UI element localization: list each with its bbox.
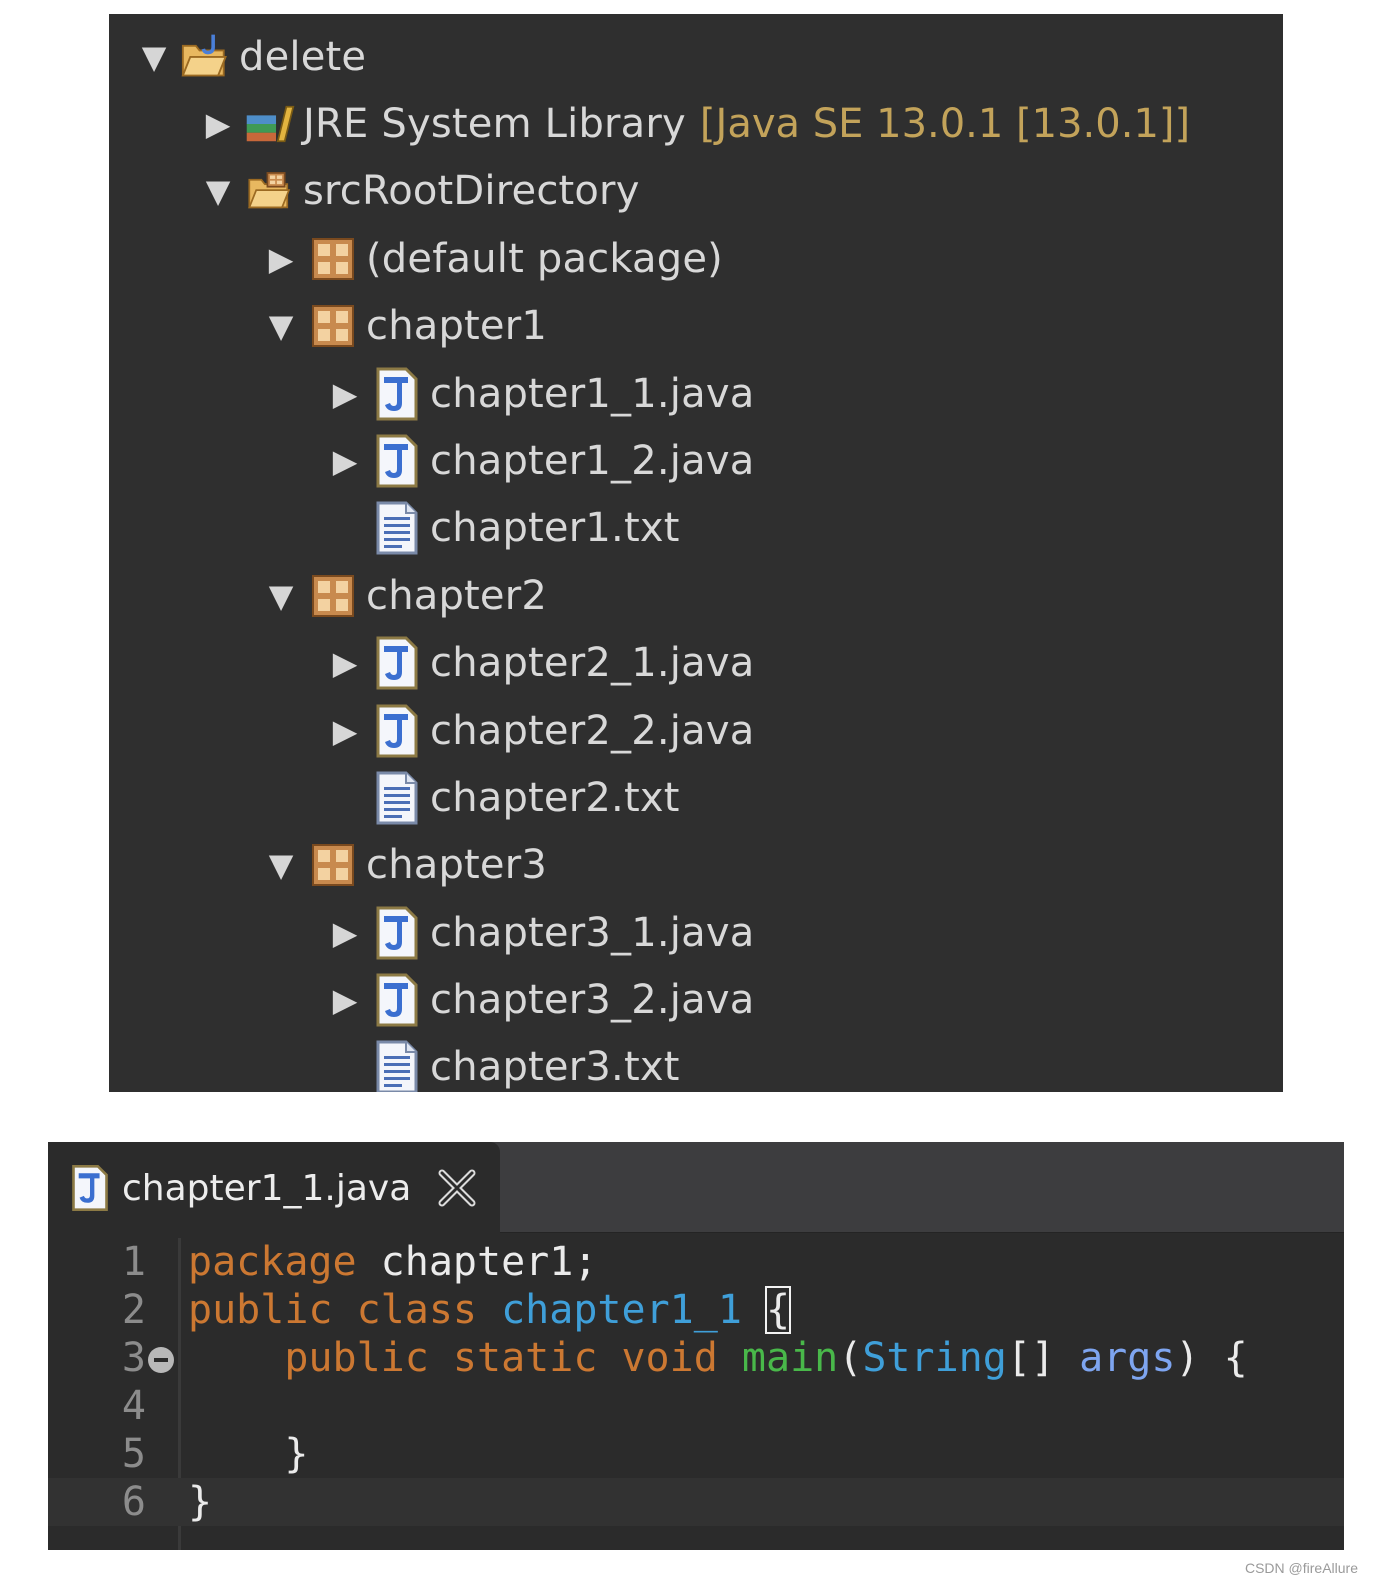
java-file-icon <box>372 368 422 420</box>
line-number: 5 <box>121 1431 146 1477</box>
package-icon <box>308 300 358 352</box>
java-file-icon <box>372 435 422 487</box>
method-token: main <box>741 1335 839 1381</box>
tree-item-java-file[interactable]: ▶ chapter1_2.java <box>328 427 754 494</box>
line-number: 3 <box>121 1335 146 1381</box>
line-number: 4 <box>121 1383 146 1429</box>
tree-item-java-file[interactable]: ▶ chapter3_2.java <box>328 966 754 1033</box>
chevron-right-icon[interactable]: ▶ <box>328 441 362 481</box>
code-line-current: 6 } <box>48 1478 1344 1526</box>
tree-item-java-file[interactable]: ▶ chapter2_2.java <box>328 697 754 764</box>
tree-item-label: chapter3.txt <box>430 1043 680 1090</box>
tree-item-jre-library[interactable]: ▶ JRE System Library [Java SE 13.0.1 [13… <box>201 90 1190 157</box>
tree-item-label: chapter2_2.java <box>430 707 755 754</box>
java-project-icon <box>181 31 231 83</box>
chevron-down-icon[interactable]: ▼ <box>264 576 298 616</box>
java-file-icon <box>372 637 422 689</box>
line-number: 1 <box>121 1239 146 1285</box>
tree-item-label: delete <box>239 33 367 80</box>
editor-tab-bar: chapter1_1.java <box>48 1142 1344 1234</box>
tree-item-label: srcRootDirectory <box>303 167 640 214</box>
tree-item-package[interactable]: ▶ (default package) <box>264 225 723 292</box>
tree-item-label: (default package) <box>366 235 723 282</box>
tree-item-label: chapter3_2.java <box>430 976 755 1023</box>
tree-item-label: chapter2 <box>366 572 548 619</box>
chevron-down-icon[interactable]: ▼ <box>137 37 171 77</box>
text-file-icon <box>372 1041 422 1093</box>
chevron-down-icon[interactable]: ▼ <box>264 845 298 885</box>
matched-brace: { <box>764 1286 792 1334</box>
java-file-icon <box>372 974 422 1026</box>
code-line: 2 public class chapter1_1 { <box>48 1286 1344 1334</box>
tree-item-project[interactable]: ▼ delete <box>137 23 366 90</box>
chevron-right-icon[interactable]: ▶ <box>328 374 362 414</box>
tree-item-source-folder[interactable]: ▼ srcRootDirectory <box>201 157 640 224</box>
tree-item-package[interactable]: ▼ chapter2 <box>264 562 547 629</box>
code-token: } <box>188 1431 309 1477</box>
tree-item-label: chapter2_1.java <box>430 639 755 686</box>
java-file-icon <box>372 907 422 959</box>
library-icon <box>245 98 295 150</box>
text-file-icon <box>372 502 422 554</box>
code-line: 3 public static void main(String[] args)… <box>48 1334 1344 1382</box>
tree-item-label: JRE System Library <box>303 100 686 147</box>
tree-item-java-file[interactable]: ▶ chapter1_1.java <box>328 360 754 427</box>
tree-item-label: chapter3_1.java <box>430 909 755 956</box>
tree-item-text-file[interactable]: chapter2.txt <box>328 764 680 831</box>
editor-tab-title: chapter1_1.java <box>122 1167 412 1209</box>
code-line: 4 <box>48 1382 1344 1430</box>
line-number: 2 <box>121 1287 146 1333</box>
tree-item-package[interactable]: ▼ chapter3 <box>264 831 547 898</box>
tree-item-label: chapter1_1.java <box>430 370 755 417</box>
package-explorer: ▼ delete ▶ JRE System Library [Java SE 1… <box>109 14 1283 1092</box>
jre-version-decoration: [Java SE 13.0.1 [13.0.1]] <box>699 100 1191 147</box>
chevron-right-icon[interactable]: ▶ <box>328 913 362 953</box>
chevron-right-icon[interactable]: ▶ <box>328 980 362 1020</box>
tree-item-label: chapter1 <box>366 302 548 349</box>
type-token: chapter1_1 <box>501 1287 742 1333</box>
keyword-token: public static void <box>284 1335 718 1381</box>
tree-item-text-file[interactable]: chapter1.txt <box>328 494 680 561</box>
code-editor: chapter1_1.java 1 package chapter1; 2 pu… <box>48 1142 1344 1550</box>
tree-item-java-file[interactable]: ▶ chapter2_1.java <box>328 629 754 696</box>
chevron-down-icon[interactable]: ▼ <box>264 306 298 346</box>
type-token: String <box>862 1335 1007 1381</box>
close-icon[interactable] <box>437 1168 477 1208</box>
chevron-right-icon[interactable]: ▶ <box>264 239 298 279</box>
chevron-right-icon[interactable]: ▶ <box>201 104 235 144</box>
fold-collapse-icon[interactable] <box>148 1347 174 1373</box>
keyword-token: package <box>188 1239 357 1285</box>
java-file-icon <box>68 1162 112 1214</box>
chevron-right-icon[interactable]: ▶ <box>328 711 362 751</box>
code-line: 5 } <box>48 1430 1344 1478</box>
parameter-token: args <box>1079 1335 1176 1381</box>
tree-item-label: chapter3 <box>366 841 548 888</box>
text-file-icon <box>372 772 422 824</box>
source-folder-icon <box>245 165 295 217</box>
code-token: chapter1; <box>356 1239 598 1285</box>
line-number: 6 <box>121 1479 146 1525</box>
tree-item-label: chapter2.txt <box>430 774 680 821</box>
tree-item-label: chapter1.txt <box>430 504 680 551</box>
java-file-icon <box>372 705 422 757</box>
editor-tab[interactable]: chapter1_1.java <box>48 1142 500 1234</box>
chevron-right-icon[interactable]: ▶ <box>328 643 362 683</box>
package-icon <box>308 570 358 622</box>
code-token: } <box>188 1479 213 1525</box>
tree-item-package[interactable]: ▼ chapter1 <box>264 292 547 359</box>
package-icon <box>308 233 358 285</box>
chevron-down-icon[interactable]: ▼ <box>201 171 235 211</box>
code-line: 1 package chapter1; <box>48 1238 1344 1286</box>
tree-item-java-file[interactable]: ▶ chapter3_1.java <box>328 899 754 966</box>
package-icon <box>308 839 358 891</box>
code-area[interactable]: 1 package chapter1; 2 public class chapt… <box>48 1238 1344 1550</box>
keyword-token: public class <box>188 1287 477 1333</box>
tree-item-label: chapter1_2.java <box>430 437 755 484</box>
tree-item-text-file[interactable]: chapter3.txt <box>328 1033 680 1092</box>
watermark: CSDN @fireAllure <box>1244 1560 1358 1576</box>
